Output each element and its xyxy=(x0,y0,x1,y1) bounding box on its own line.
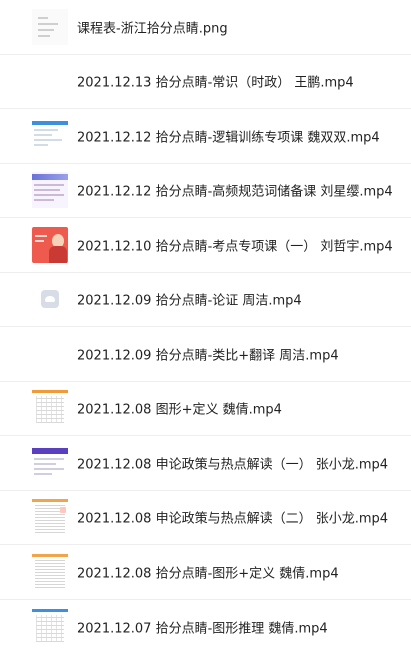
blank-thumbnail xyxy=(32,336,68,372)
file-name: 2021.12.08 申论政策与热点解读（二） 张小龙.mp4 xyxy=(77,508,388,527)
file-name: 2021.12.13 拾分点睛-常识（时政） 王鹏.mp4 xyxy=(77,72,354,91)
blank-thumbnail xyxy=(32,63,68,99)
file-row[interactable]: 2021.12.07 拾分点睛-图形推理 魏倩.mp4 xyxy=(0,600,411,654)
file-row[interactable]: 2021.12.08 申论政策与热点解读（二） 张小龙.mp4 xyxy=(0,491,411,546)
file-name: 2021.12.08 拾分点睛-图形+定义 魏倩.mp4 xyxy=(77,562,339,581)
red-cover-thumbnail xyxy=(32,227,68,263)
file-row[interactable]: 2021.12.09 拾分点睛-论证 周洁.mp4 xyxy=(0,273,411,328)
file-name: 2021.12.08 申论政策与热点解读（一） 张小龙.mp4 xyxy=(77,453,388,472)
file-row[interactable]: 2021.12.08 图形+定义 魏倩.mp4 xyxy=(0,382,411,437)
file-name: 2021.12.12 拾分点睛-逻辑训练专项课 魏双双.mp4 xyxy=(77,126,380,145)
file-name: 课程表-浙江拾分点睛.png xyxy=(77,17,228,36)
blue-slide-thumbnail xyxy=(32,118,68,154)
file-name: 2021.12.07 拾分点睛-图形推理 魏倩.mp4 xyxy=(77,617,328,636)
file-row[interactable]: 2021.12.12 拾分点睛-高频规范词储备课 刘星缨.mp4 xyxy=(0,164,411,219)
file-row[interactable]: 2021.12.13 拾分点睛-常识（时政） 王鹏.mp4 xyxy=(0,55,411,110)
file-row[interactable]: 2021.12.08 拾分点睛-图形+定义 魏倩.mp4 xyxy=(0,545,411,600)
file-row[interactable]: 2021.12.10 拾分点睛-考点专项课（一） 刘哲宇.mp4 xyxy=(0,218,411,273)
document-thumbnail xyxy=(32,9,68,45)
worksheet-thumbnail xyxy=(32,390,68,426)
worksheet-thumbnail xyxy=(32,499,68,535)
file-row[interactable]: 课程表-浙江拾分点睛.png xyxy=(0,0,411,55)
purple-slide-thumbnail xyxy=(32,445,68,481)
file-name: 2021.12.09 拾分点睛-论证 周洁.mp4 xyxy=(77,290,302,309)
file-row[interactable]: 2021.12.12 拾分点睛-逻辑训练专项课 魏双双.mp4 xyxy=(0,109,411,164)
worksheet-thumbnail xyxy=(32,609,68,645)
file-name: 2021.12.08 图形+定义 魏倩.mp4 xyxy=(77,399,282,418)
worksheet-thumbnail xyxy=(32,554,68,590)
cloud-file-icon xyxy=(32,281,68,317)
file-row[interactable]: 2021.12.08 申论政策与热点解读（一） 张小龙.mp4 xyxy=(0,436,411,491)
color-slide-thumbnail xyxy=(32,172,68,208)
file-list: 课程表-浙江拾分点睛.png 2021.12.13 拾分点睛-常识（时政） 王鹏… xyxy=(0,0,411,654)
file-name: 2021.12.10 拾分点睛-考点专项课（一） 刘哲宇.mp4 xyxy=(77,235,393,254)
file-row[interactable]: 2021.12.09 拾分点睛-类比+翻译 周洁.mp4 xyxy=(0,327,411,382)
file-name: 2021.12.09 拾分点睛-类比+翻译 周洁.mp4 xyxy=(77,344,339,363)
file-name: 2021.12.12 拾分点睛-高频规范词储备课 刘星缨.mp4 xyxy=(77,181,393,200)
